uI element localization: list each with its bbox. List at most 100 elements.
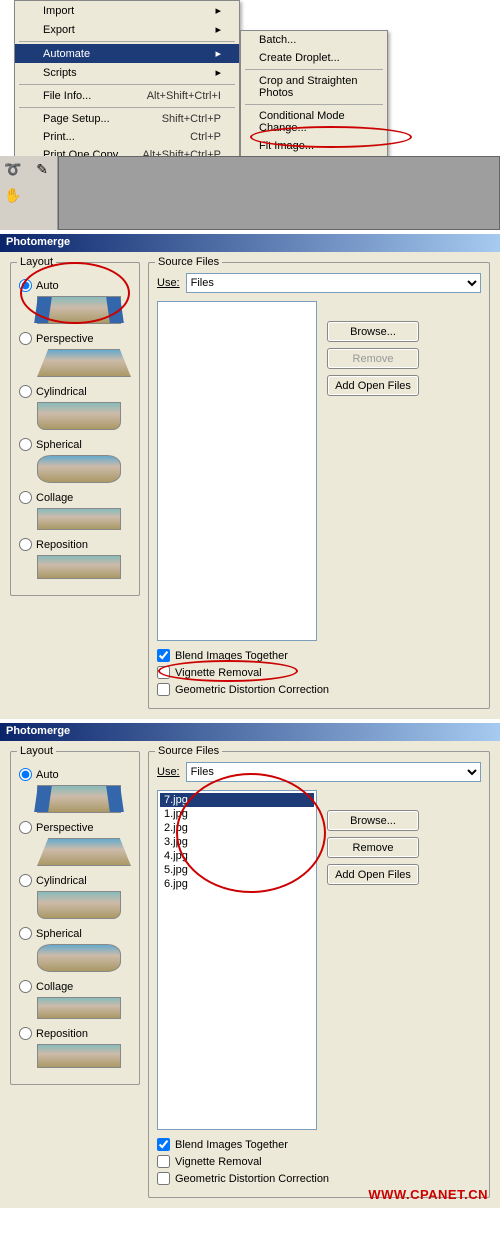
file-item[interactable]: 3.jpg — [160, 835, 314, 849]
collage-thumb — [37, 508, 121, 530]
spherical-thumb — [37, 944, 121, 972]
layout-option-reposition[interactable]: Reposition — [19, 1027, 131, 1040]
submenu-item-batch[interactable]: Batch... — [241, 31, 387, 49]
layout-option-spherical[interactable]: Spherical — [19, 927, 131, 940]
use-select[interactable]: Files — [186, 273, 481, 293]
menu-item-page-setup[interactable]: Page Setup...Shift+Ctrl+P — [15, 110, 239, 128]
file-item[interactable]: 4.jpg — [160, 849, 314, 863]
menu-separator — [19, 41, 235, 42]
menu-item-import[interactable]: Import▸ — [15, 1, 239, 20]
cylindrical-radio[interactable] — [19, 874, 32, 887]
browse-button[interactable]: Browse... — [327, 321, 419, 342]
menu-shortcut: Alt+Shift+Ctrl+I — [147, 90, 221, 102]
spherical-thumb — [37, 455, 121, 483]
dialog-title-bar: Photomerge — [0, 234, 500, 252]
radio-label: Perspective — [36, 333, 93, 345]
auto-radio[interactable] — [19, 768, 32, 781]
layout-option-collage[interactable]: Collage — [19, 980, 131, 993]
vignette-check-row[interactable]: Vignette Removal — [157, 666, 481, 679]
eyedropper-tool-icon[interactable]: ✎ — [31, 158, 53, 180]
menu-item-scripts[interactable]: Scripts▸ — [15, 63, 239, 82]
submenu-item-crop-straighten[interactable]: Crop and Straighten Photos — [241, 72, 387, 102]
file-list[interactable] — [157, 301, 317, 641]
menu-item-file-info[interactable]: File Info... Alt+Shift+Ctrl+I — [15, 87, 239, 105]
reposition-radio[interactable] — [19, 1027, 32, 1040]
menu-label: File Info... — [43, 90, 91, 102]
button-column: Browse... Remove Add Open Files — [327, 321, 419, 641]
perspective-radio[interactable] — [19, 821, 32, 834]
geom-checkbox[interactable] — [157, 683, 170, 696]
layout-groupbox: Layout Auto Perspective Cylindrical Sphe… — [10, 751, 140, 1085]
cylindrical-radio[interactable] — [19, 385, 32, 398]
canvas-area — [58, 156, 500, 230]
menu-shortcut: Shift+Ctrl+P — [162, 113, 221, 125]
layout-group-label: Layout — [17, 745, 56, 757]
checks: Blend Images Together Vignette Removal G… — [157, 1138, 481, 1185]
layout-option-reposition[interactable]: Reposition — [19, 538, 131, 551]
submenu-item-fit-image[interactable]: Fit Image... — [241, 137, 387, 155]
perspective-radio[interactable] — [19, 332, 32, 345]
checks: Blend Images Together Vignette Removal G… — [157, 649, 481, 696]
auto-thumb — [37, 785, 121, 813]
vignette-check-row[interactable]: Vignette Removal — [157, 1155, 481, 1168]
check-label: Blend Images Together — [175, 1139, 288, 1151]
blend-check-row[interactable]: Blend Images Together — [157, 649, 481, 662]
use-select[interactable]: Files — [186, 762, 481, 782]
file-item[interactable]: 1.jpg — [160, 807, 314, 821]
menu-shortcut: Ctrl+P — [190, 131, 221, 143]
geom-checkbox[interactable] — [157, 1172, 170, 1185]
layout-option-auto[interactable]: Auto — [19, 279, 131, 292]
file-item[interactable]: 2.jpg — [160, 821, 314, 835]
layout-option-perspective[interactable]: Perspective — [19, 821, 131, 834]
dialog-body: Layout Auto Perspective Cylindrical Sphe… — [0, 741, 500, 1208]
menu-item-automate[interactable]: Automate▸ — [15, 44, 239, 63]
add-open-files-button[interactable]: Add Open Files — [327, 375, 419, 396]
blend-checkbox[interactable] — [157, 1138, 170, 1151]
button-column: Browse... Remove Add Open Files — [327, 810, 419, 1130]
layout-option-perspective[interactable]: Perspective — [19, 332, 131, 345]
blend-check-row[interactable]: Blend Images Together — [157, 1138, 481, 1151]
file-item[interactable]: 6.jpg — [160, 877, 314, 891]
dialog-body: Layout Auto Perspective Cylindrical Sphe… — [0, 252, 500, 719]
submenu-item-conditional[interactable]: Conditional Mode Change... — [241, 107, 387, 137]
layout-option-spherical[interactable]: Spherical — [19, 438, 131, 451]
collage-radio[interactable] — [19, 980, 32, 993]
collage-radio[interactable] — [19, 491, 32, 504]
menu-item-print[interactable]: Print... Ctrl+P — [15, 128, 239, 146]
layout-option-cylindrical[interactable]: Cylindrical — [19, 874, 131, 887]
radio-label: Spherical — [36, 928, 82, 940]
blend-checkbox[interactable] — [157, 649, 170, 662]
layout-group: Layout Auto Perspective Cylindrical Sphe… — [10, 262, 140, 709]
hand-tool-icon[interactable]: ✋ — [2, 184, 24, 206]
menu-item-export[interactable]: Export▸ — [15, 20, 239, 39]
perspective-thumb — [37, 349, 131, 377]
reposition-radio[interactable] — [19, 538, 32, 551]
use-label: Use: — [157, 766, 180, 778]
remove-button[interactable]: Remove — [327, 837, 419, 858]
browse-button[interactable]: Browse... — [327, 810, 419, 831]
file-item[interactable]: 7.jpg — [160, 793, 314, 807]
menu-label: Print... — [43, 131, 75, 143]
lasso-tool-icon[interactable]: ➰ — [2, 158, 24, 180]
file-list[interactable]: 7.jpg1.jpg2.jpg3.jpg4.jpg5.jpg6.jpg — [157, 790, 317, 1130]
vignette-checkbox[interactable] — [157, 666, 170, 679]
vignette-checkbox[interactable] — [157, 1155, 170, 1168]
remove-button[interactable]: Remove — [327, 348, 419, 369]
auto-radio[interactable] — [19, 279, 32, 292]
radio-label: Reposition — [36, 539, 88, 551]
submenu-item-create-droplet[interactable]: Create Droplet... — [241, 49, 387, 67]
layout-option-auto[interactable]: Auto — [19, 768, 131, 781]
radio-label: Auto — [36, 280, 59, 292]
spherical-radio[interactable] — [19, 927, 32, 940]
geom-check-row[interactable]: Geometric Distortion Correction — [157, 683, 481, 696]
add-open-files-button[interactable]: Add Open Files — [327, 864, 419, 885]
layout-option-cylindrical[interactable]: Cylindrical — [19, 385, 131, 398]
spherical-radio[interactable] — [19, 438, 32, 451]
geom-check-row[interactable]: Geometric Distortion Correction — [157, 1172, 481, 1185]
layout-option-collage[interactable]: Collage — [19, 491, 131, 504]
file-item[interactable]: 5.jpg — [160, 863, 314, 877]
use-row: Use: Files — [157, 762, 481, 782]
radio-label: Perspective — [36, 822, 93, 834]
check-label: Blend Images Together — [175, 650, 288, 662]
radio-label: Collage — [36, 981, 73, 993]
